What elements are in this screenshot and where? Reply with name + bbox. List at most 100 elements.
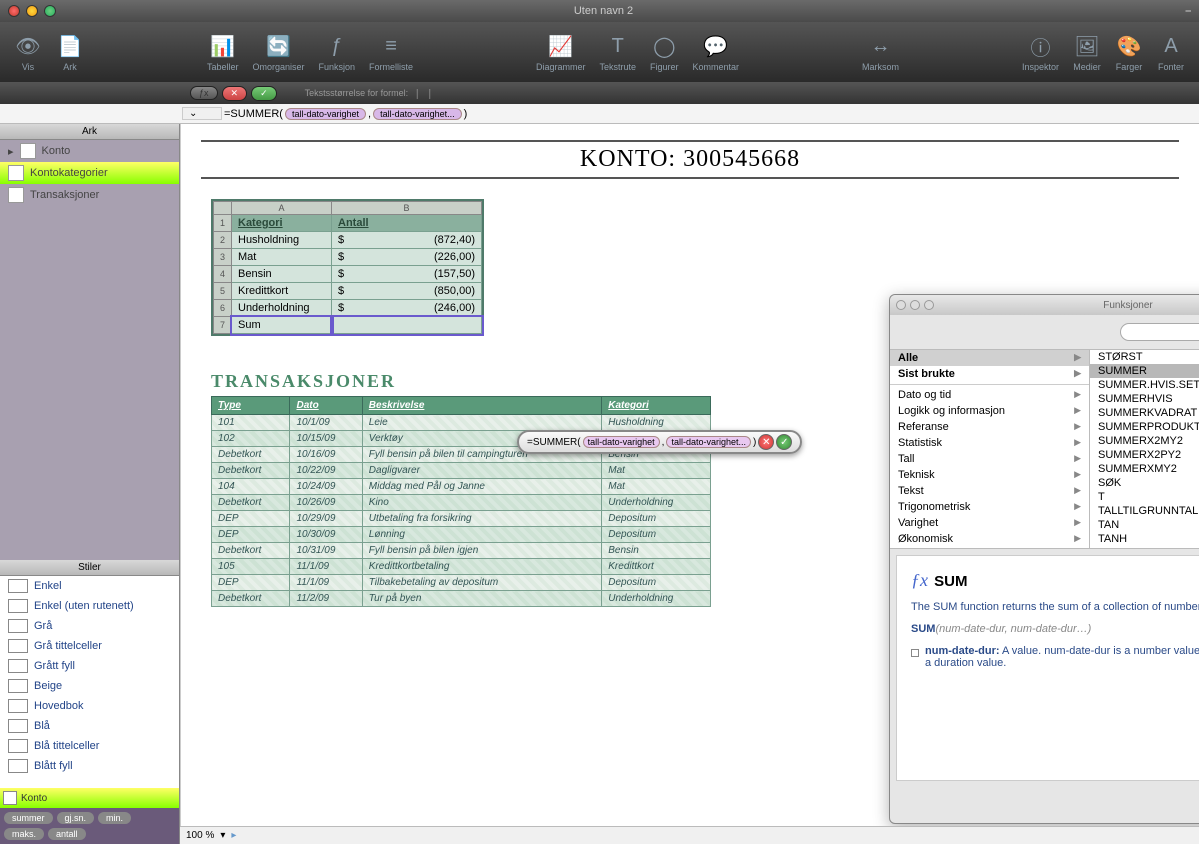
cell-reference[interactable]: ⌄: [182, 107, 222, 120]
zoom-level[interactable]: 100 %: [186, 830, 214, 841]
sheet-item[interactable]: Kontokategorier: [0, 162, 179, 184]
toolbar-icon: 🎨: [1115, 32, 1143, 60]
accept-pill[interactable]: ✓: [251, 86, 277, 101]
float-cancel-icon[interactable]: ✕: [758, 434, 774, 450]
style-swatch-icon: [8, 679, 28, 693]
style-swatch-icon: [8, 619, 28, 633]
fn-category-item[interactable]: Alle▶: [890, 350, 1089, 366]
fn-item[interactable]: TALLTILGRUNNTALL: [1090, 504, 1199, 518]
toolbar-funksjon[interactable]: ƒFunksjon: [313, 30, 362, 74]
fn-category-item[interactable]: Referanse▶: [890, 419, 1089, 435]
toolbar-fonter[interactable]: AFonter: [1151, 30, 1191, 74]
style-item[interactable]: Blå tittelceller: [0, 736, 179, 756]
function-category-list[interactable]: Alle▶Sist brukte▶ Dato og tid▶Logikk og i…: [890, 350, 1090, 548]
fn-item[interactable]: TEGNKODE: [1090, 546, 1199, 548]
style-item[interactable]: Enkel: [0, 576, 179, 596]
fn-item[interactable]: STØRST: [1090, 350, 1199, 364]
fn-category-item[interactable]: Varighet▶: [890, 515, 1089, 531]
float-accept-icon[interactable]: ✓: [776, 434, 792, 450]
fn-category-item[interactable]: Logikk og informasjon▶: [890, 403, 1089, 419]
style-item[interactable]: Hovedbok: [0, 696, 179, 716]
float-token-1[interactable]: tall-dato-varighet: [583, 436, 660, 448]
toolbar-inspektor[interactable]: ⓘInspektor: [1016, 30, 1065, 74]
formula-token-1[interactable]: tall-dato-varighet: [285, 108, 366, 120]
toolbar-diagrammer[interactable]: 📈Diagrammer: [530, 30, 592, 74]
style-item[interactable]: Grå: [0, 616, 179, 636]
quick-pill[interactable]: min.: [98, 812, 131, 824]
fn-category-item[interactable]: Økonomisk▶: [890, 531, 1089, 547]
toolbar-tekstrute[interactable]: TTekstrute: [594, 30, 643, 74]
quick-pill[interactable]: summer: [4, 812, 53, 824]
minimize-icon[interactable]: [26, 5, 38, 17]
fn-item[interactable]: T: [1090, 490, 1199, 504]
fn-category-item[interactable]: Dato og tid▶: [890, 387, 1089, 403]
toolbar-icon: A: [1157, 32, 1185, 60]
function-browser-panel[interactable]: Funksjoner Alle▶Sist brukte▶ Dato og tid▶…: [889, 294, 1199, 824]
fn-item[interactable]: SUMMERHVIS: [1090, 392, 1199, 406]
function-name-list[interactable]: STØRSTSUMMERSUMMER.HVIS.SETTSUMMERHVISSU…: [1090, 350, 1199, 548]
toolbar-kommentar[interactable]: 💬Kommentar: [687, 30, 746, 74]
fx-pill[interactable]: ƒx: [190, 86, 218, 100]
fn-item[interactable]: SUMMERXMY2: [1090, 462, 1199, 476]
style-item[interactable]: Grått fyll: [0, 656, 179, 676]
style-swatch-icon: [8, 719, 28, 733]
sheet-item[interactable]: ▸ Konto: [0, 140, 179, 162]
cancel-pill[interactable]: ✕: [222, 86, 248, 101]
fn-item[interactable]: SUMMER.HVIS.SETT: [1090, 378, 1199, 392]
fn-category-item[interactable]: Trigonometrisk▶: [890, 499, 1089, 515]
main-toolbar: 👁Vis📄Ark 📊Tabeller🔄OmorganiserƒFunksjon≡…: [0, 22, 1199, 82]
window-titlebar: Uten navn 2 ⎯: [0, 0, 1199, 22]
fn-item[interactable]: TANH: [1090, 532, 1199, 546]
zoom-icon[interactable]: [44, 5, 56, 17]
fn-item[interactable]: SUMMERX2MY2: [1090, 434, 1199, 448]
style-item[interactable]: Enkel (uten rutenett): [0, 596, 179, 616]
fn-item[interactable]: SØK: [1090, 476, 1199, 490]
fn-item[interactable]: SUMMERX2PY2: [1090, 448, 1199, 462]
style-swatch-icon: [8, 599, 28, 613]
fn-category-item[interactable]: Statistisk▶: [890, 435, 1089, 451]
function-search-input[interactable]: [1120, 323, 1199, 341]
formula-bar[interactable]: ⌄ =SUMMER( tall-dato-varighet , tall-dat…: [0, 104, 1199, 124]
document-canvas[interactable]: KONTO: 300545668 AB1KategoriAntall2Husho…: [180, 124, 1199, 844]
fn-item[interactable]: TAN: [1090, 518, 1199, 532]
sheet-item[interactable]: Transaksjoner: [0, 184, 179, 206]
fn-category-item[interactable]: Sist brukte▶: [890, 366, 1089, 382]
function-summary: The SUM function returns the sum of a co…: [911, 601, 1199, 613]
fn-category-item[interactable]: Tekst▶: [890, 483, 1089, 499]
toolbar-figurer[interactable]: ◯Figurer: [644, 30, 685, 74]
fn-item[interactable]: SUMMERKVADRAT: [1090, 406, 1199, 420]
quick-pill[interactable]: antall: [48, 828, 86, 840]
fn-category-item[interactable]: Tall▶: [890, 451, 1089, 467]
page-nav-icon[interactable]: ▸: [231, 830, 236, 841]
toolbar-medier[interactable]: 🖼Medier: [1067, 30, 1107, 74]
toolbar-icon: 📄: [56, 32, 84, 60]
quick-pill[interactable]: gj.sn.: [57, 812, 95, 824]
toolbar-ark[interactable]: 📄Ark: [50, 30, 90, 74]
toolbar-farger[interactable]: 🎨Farger: [1109, 30, 1149, 74]
function-browser-header[interactable]: Funksjoner: [890, 295, 1199, 315]
window-title: Uten navn 2: [56, 5, 1151, 17]
sheet-icon: [20, 143, 36, 159]
fn-item[interactable]: SUMMER: [1090, 364, 1199, 378]
toolbar-vis[interactable]: 👁Vis: [8, 30, 48, 74]
fx-size-label: Tekstsstørrelse for formel:: [305, 88, 409, 98]
sheet-icon: [8, 187, 24, 203]
formula-token-2[interactable]: tall-dato-varighet...: [373, 108, 462, 120]
floating-formula-editor[interactable]: =SUMMER( tall-dato-varighet, tall-dato-v…: [517, 430, 802, 454]
toolbar-marksom[interactable]: ↔Marksom: [856, 30, 905, 74]
style-item[interactable]: Blått fyll: [0, 756, 179, 776]
zoom-stepper-icon[interactable]: ▾: [220, 830, 225, 841]
float-token-2[interactable]: tall-dato-varighet...: [666, 436, 751, 448]
toolbar-omorganiser[interactable]: 🔄Omorganiser: [246, 30, 310, 74]
quick-pill[interactable]: maks.: [4, 828, 44, 840]
style-item[interactable]: Blå: [0, 716, 179, 736]
style-item[interactable]: Beige: [0, 676, 179, 696]
fn-category-item[interactable]: Teknisk▶: [890, 467, 1089, 483]
fn-item[interactable]: SUMMERPRODUKT: [1090, 420, 1199, 434]
close-icon[interactable]: [8, 5, 20, 17]
style-item[interactable]: Grå tittelceller: [0, 636, 179, 656]
category-table[interactable]: AB1KategoriAntall2Husholdning$(872,40)3M…: [211, 199, 484, 336]
transactions-table[interactable]: TypeDatoBeskrivelseKategori10110/1/09Lei…: [211, 396, 711, 607]
toolbar-tabeller[interactable]: 📊Tabeller: [201, 30, 245, 74]
toolbar-formelliste[interactable]: ≡Formelliste: [363, 30, 419, 74]
